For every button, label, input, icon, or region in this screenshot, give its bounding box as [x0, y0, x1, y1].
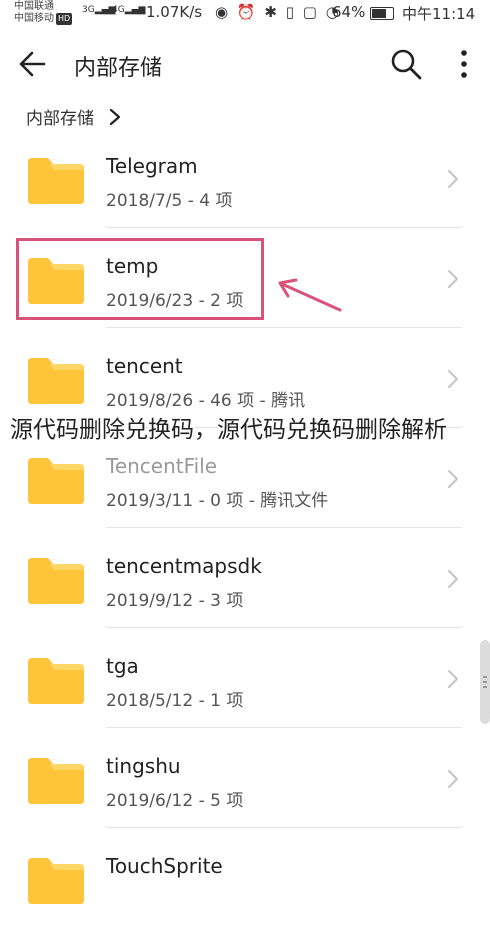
- folder-row[interactable]: Telegram 2018/7/5 - 4 项: [0, 128, 490, 228]
- chevron-right-icon: [448, 770, 458, 788]
- folder-meta: 2018/5/12 - 1 项: [106, 691, 244, 711]
- folder-icon: [28, 358, 84, 404]
- hd-badge: HD: [56, 13, 73, 25]
- status-icons: ◉ ⏰ ✱ ▯ ▢ ◔: [215, 3, 341, 21]
- folder-icon: [28, 158, 84, 204]
- folder-icon: [28, 558, 84, 604]
- folder-row[interactable]: tencentmapsdk 2019/9/12 - 3 项: [0, 528, 490, 628]
- page-title: 内部存储: [74, 56, 163, 81]
- carrier-1: 中国联通: [14, 1, 54, 12]
- app-bar: 内部存储: [0, 36, 490, 92]
- status-bar: 中国联通 中国移动 HD 3G▂▄▆ 4G▂▄▆ 1.07K/s ◉ ⏰ ✱ ▯ …: [0, 0, 490, 28]
- chevron-right-icon: [448, 570, 458, 588]
- breadcrumb-item[interactable]: 内部存储: [26, 109, 94, 129]
- overlay-text: 源代码删除兑换码，源代码兑换码删除解析: [10, 417, 447, 443]
- folder-row[interactable]: TouchSprite: [0, 828, 490, 928]
- folder-name: TouchSprite: [106, 854, 223, 878]
- folder-meta: 2019/3/11 - 0 项 - 腾讯文件: [106, 491, 329, 511]
- signal-1-icon: 3G▂▄▆: [82, 5, 116, 15]
- battery-icon: [370, 7, 394, 20]
- folder-name: tga: [106, 654, 139, 678]
- folder-icon: [28, 858, 84, 904]
- folder-name: tencent: [106, 354, 183, 378]
- search-icon[interactable]: [388, 46, 424, 82]
- alarm-icon: ⏰: [236, 3, 258, 21]
- folder-icon: [28, 758, 84, 804]
- folder-meta: 2019/9/12 - 3 项: [106, 591, 244, 611]
- chevron-right-icon: [448, 670, 458, 688]
- battery-percent: 64%: [332, 3, 366, 21]
- chevron-right-icon: [448, 470, 458, 488]
- user-icon: ◉: [215, 3, 231, 21]
- carrier-2: 中国移动: [14, 13, 54, 24]
- back-arrow-icon[interactable]: [16, 46, 52, 82]
- folder-name: tingshu: [106, 754, 181, 778]
- folder-icon: [28, 658, 84, 704]
- clock: 中午11:14: [402, 5, 476, 23]
- folder-name: TencentFile: [106, 454, 218, 478]
- nfc-icon: ▢: [302, 3, 319, 21]
- folder-name: Telegram: [106, 154, 198, 178]
- highlight-box: [16, 238, 264, 320]
- pointer-arrow-icon: [278, 278, 342, 312]
- bluetooth-icon: ✱: [264, 3, 279, 21]
- folder-meta: 2019/8/26 - 46 项 - 腾讯: [106, 391, 306, 411]
- chevron-right-icon: [448, 370, 458, 388]
- chevron-right-icon: [448, 170, 458, 188]
- chevron-right-icon: [448, 270, 458, 288]
- folder-row[interactable]: tga 2018/5/12 - 1 项: [0, 628, 490, 728]
- folder-meta: 2019/6/12 - 5 项: [106, 791, 244, 811]
- scrollbar-thumb[interactable]: [480, 640, 490, 724]
- more-options-icon[interactable]: [452, 46, 476, 82]
- network-speed: 1.07K/s: [146, 3, 203, 21]
- folder-name: tencentmapsdk: [106, 554, 262, 578]
- folder-icon: [28, 458, 84, 504]
- vibrate-icon: ▯: [285, 3, 296, 21]
- carrier-info: 中国联通 中国移动 HD: [14, 1, 73, 25]
- signal-2-icon: 4G▂▄▆: [112, 5, 146, 15]
- chevron-right-icon: [110, 108, 121, 126]
- folder-row[interactable]: tingshu 2019/6/12 - 5 项: [0, 728, 490, 828]
- folder-meta: 2018/7/5 - 4 项: [106, 191, 233, 211]
